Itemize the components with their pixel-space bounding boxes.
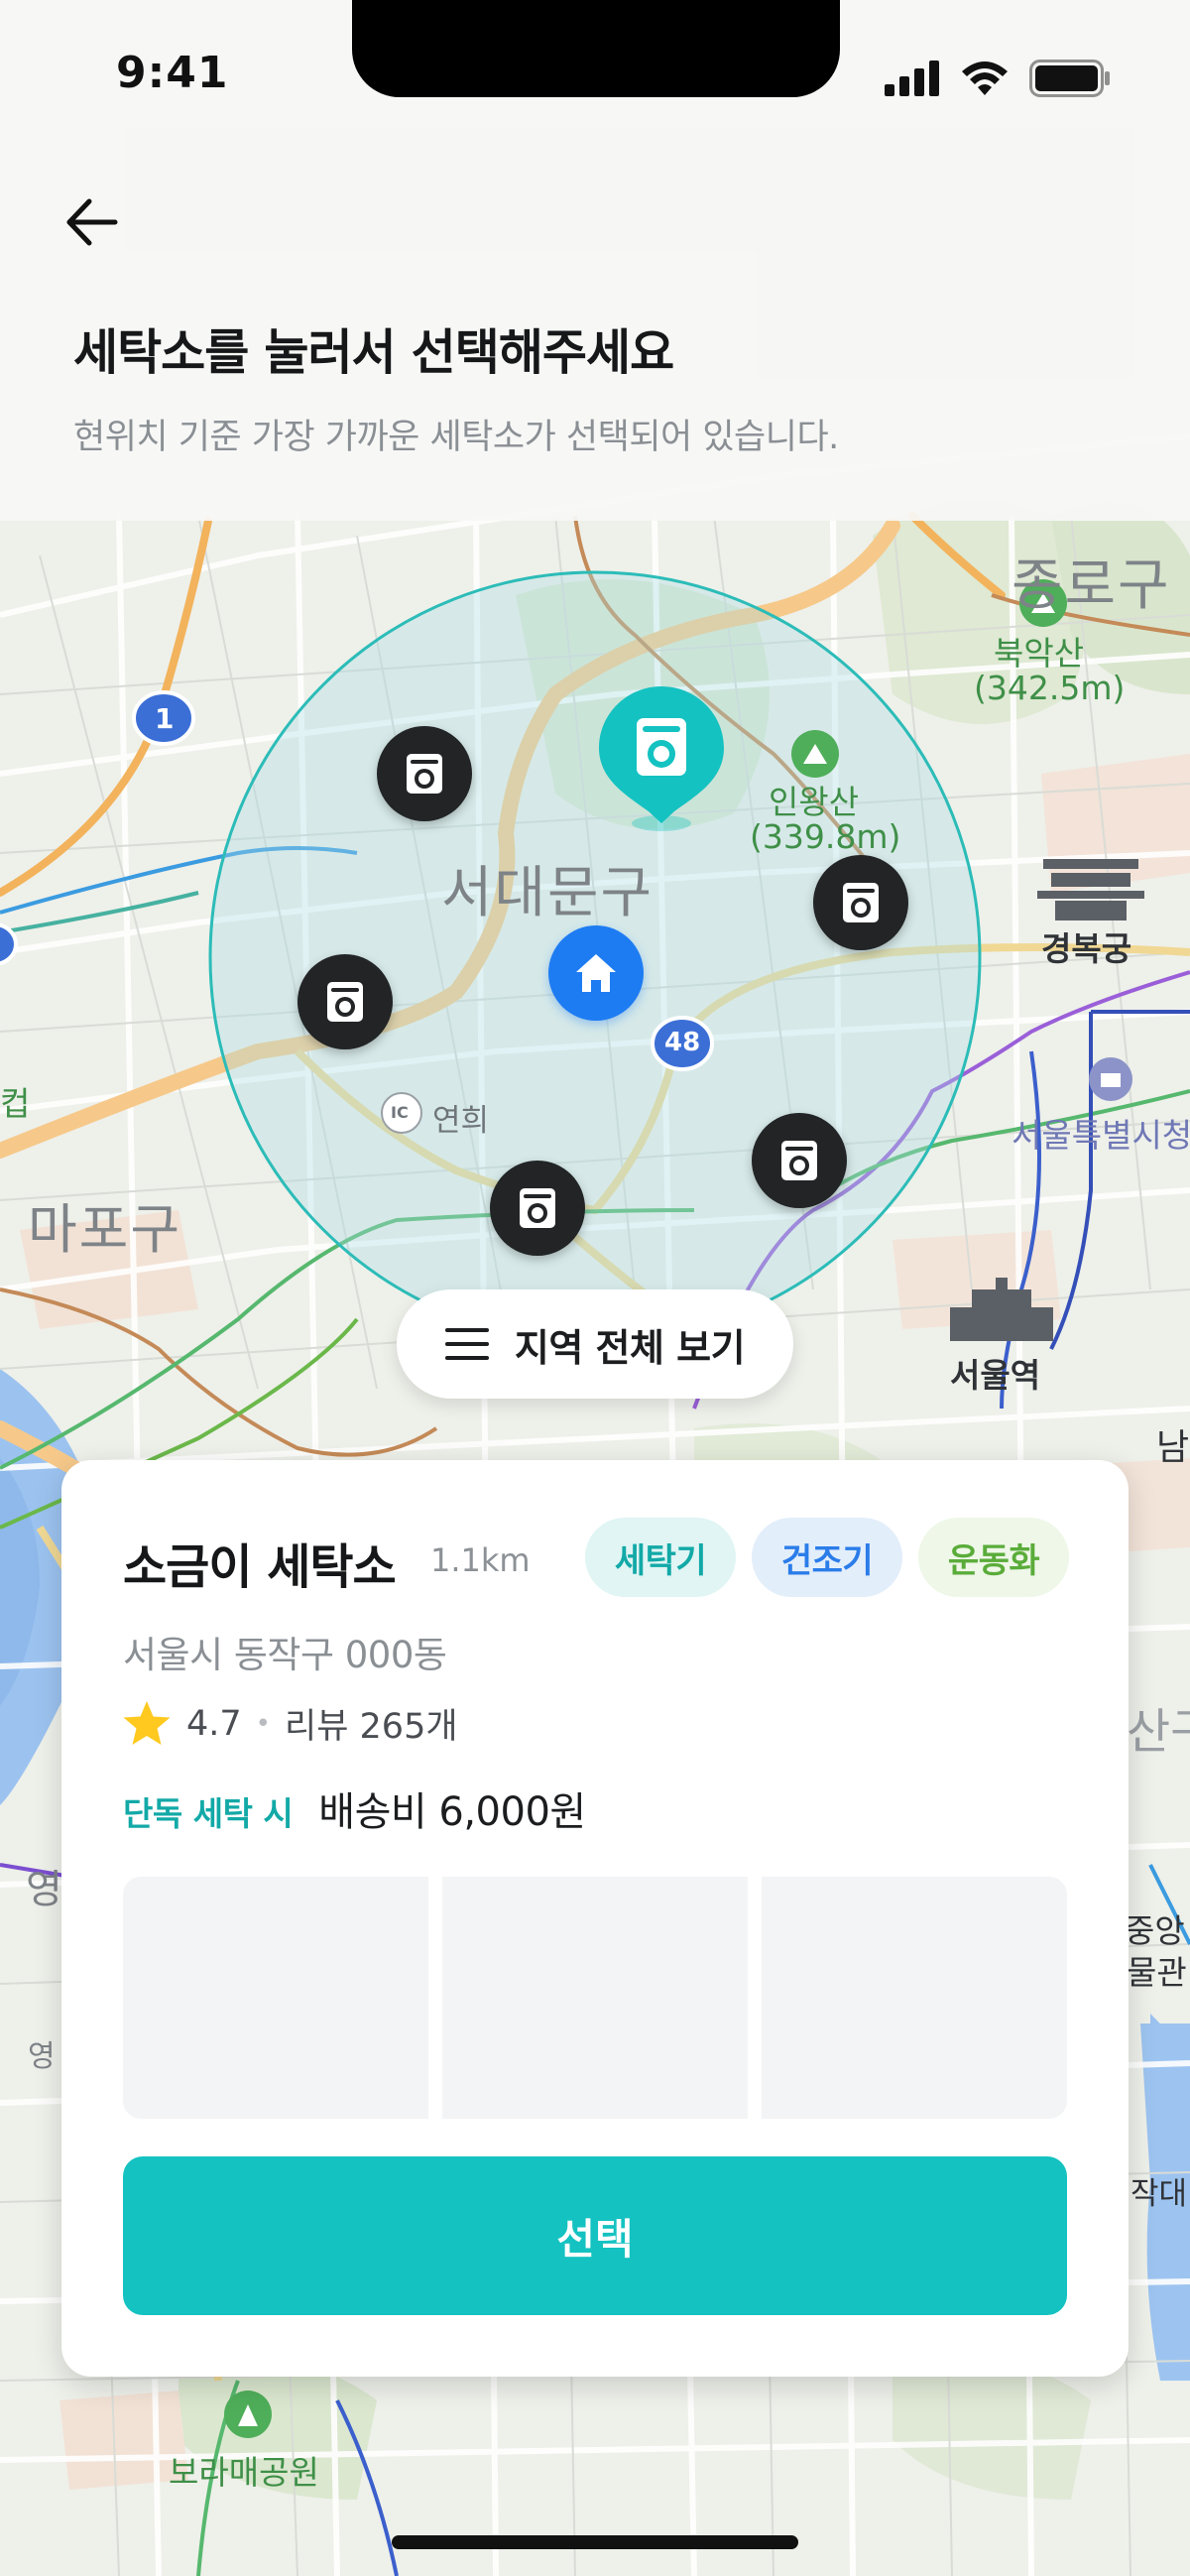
edge-label: 물관 xyxy=(1127,1953,1187,1992)
arrow-left-icon xyxy=(66,198,118,246)
route-48-label: 48 xyxy=(664,1028,701,1057)
edge-label: 남 xyxy=(1156,1427,1190,1468)
washing-machine-icon xyxy=(327,982,363,1022)
city-hall-icon xyxy=(1089,1057,1132,1101)
back-button[interactable] xyxy=(56,186,127,258)
wifi-icon xyxy=(962,61,1008,95)
header-panel: 9:41 세탁소를 눌러서 선택해주세요 현위치 기준 가장 가까운 세탁소가 … xyxy=(0,0,1190,521)
park-icon xyxy=(224,2391,272,2438)
edge-label: 산구 xyxy=(1127,1704,1190,1760)
edge-label: 영 xyxy=(28,2039,56,2074)
laundry-pin[interactable] xyxy=(813,855,908,950)
review-count[interactable]: 리뷰 265개 xyxy=(285,1698,458,1749)
route-1-label: 1 xyxy=(155,702,175,735)
district-label-jongno: 종로구 xyxy=(1012,553,1171,618)
fee-condition-label: 단독 세탁 시 xyxy=(123,1794,294,1833)
status-time: 9:41 xyxy=(116,48,229,98)
rating-row: 4.7 • 리뷰 265개 xyxy=(121,1698,458,1749)
washing-machine-icon xyxy=(520,1188,555,1228)
view-all-label: 지역 전체 보기 xyxy=(514,1325,746,1370)
delivery-fee-value: 배송비 6,000원 xyxy=(318,1789,586,1835)
washing-machine-icon xyxy=(843,883,879,922)
status-icons xyxy=(885,60,1111,97)
place-label-yeonhui: 연희 xyxy=(432,1103,490,1139)
place-label-city-hall: 서울특별시청 xyxy=(1012,1116,1190,1155)
laundry-pin[interactable] xyxy=(752,1113,847,1208)
battery-icon xyxy=(1029,60,1110,97)
selected-laundry-pin[interactable] xyxy=(597,684,726,833)
separator-dot: • xyxy=(255,1708,272,1739)
ic-label: IC xyxy=(391,1103,409,1122)
edge-label: 영 xyxy=(26,1867,62,1912)
district-label-seodaemun: 서대문구 xyxy=(441,861,654,925)
tag-washer: 세탁기 xyxy=(585,1518,736,1597)
page-subtitle: 현위치 기준 가장 가까운 세탁소가 선택되어 있습니다. xyxy=(73,418,839,457)
device-notch xyxy=(352,0,840,97)
tag-dryer: 건조기 xyxy=(752,1518,902,1597)
washing-machine-icon xyxy=(637,718,686,776)
store-photo[interactable] xyxy=(442,1877,748,2119)
star-icon xyxy=(123,1700,171,1745)
select-button[interactable]: 선택 xyxy=(123,2156,1067,2315)
home-indicator xyxy=(392,2535,798,2549)
washing-machine-icon xyxy=(407,754,442,794)
place-label-borame-park: 보라매공원 xyxy=(169,2453,319,2492)
place-label-inwangsan-height: (339.8m) xyxy=(750,817,901,856)
store-photo-strip[interactable] xyxy=(123,1877,1067,2119)
store-detail-card: 소금이 세탁소 1.1km 세탁기 건조기 운동화 서울시 동작구 000동 4… xyxy=(61,1460,1129,2377)
store-photo[interactable] xyxy=(762,1877,1067,2119)
mountain-marker-inwangsan xyxy=(791,730,839,778)
tag-sneakers: 운동화 xyxy=(918,1518,1069,1597)
home-icon xyxy=(576,954,616,992)
rating-value: 4.7 xyxy=(186,1703,242,1744)
view-all-region-button[interactable]: 지역 전체 보기 xyxy=(397,1289,793,1399)
edge-label: 작대 xyxy=(1130,2176,1188,2212)
store-distance: 1.1km xyxy=(430,1541,531,1579)
washing-machine-icon xyxy=(781,1141,817,1180)
place-label-bukaksan-height: (342.5m) xyxy=(974,669,1126,707)
place-label-bukaksan: 북악산 xyxy=(994,634,1085,673)
district-label-mapo: 마포구 xyxy=(28,1198,182,1261)
edge-label: 컵 xyxy=(0,1084,31,1123)
cellular-signal-icon xyxy=(885,61,939,96)
edge-label: 중앙 xyxy=(1125,1911,1185,1950)
delivery-fee-row: 단독 세탁 시 배송비 6,000원 xyxy=(123,1779,586,1837)
page-title: 세탁소를 눌러서 선택해주세요 xyxy=(73,324,674,381)
store-photo[interactable] xyxy=(123,1877,428,2119)
store-name: 소금이 세탁소 xyxy=(123,1539,397,1595)
laundry-pin[interactable] xyxy=(377,726,472,821)
place-label-gyeongbokgung: 경복궁 xyxy=(1041,929,1132,968)
laundry-pin[interactable] xyxy=(298,954,393,1049)
laundry-pin[interactable] xyxy=(490,1161,585,1256)
hamburger-icon xyxy=(444,1328,489,1360)
store-address: 서울시 동작구 000동 xyxy=(123,1634,447,1676)
current-location-home-pin[interactable] xyxy=(548,925,644,1021)
place-label-seoul-station: 서울역 xyxy=(950,1356,1041,1395)
place-label-inwangsan: 인왕산 xyxy=(769,783,860,821)
